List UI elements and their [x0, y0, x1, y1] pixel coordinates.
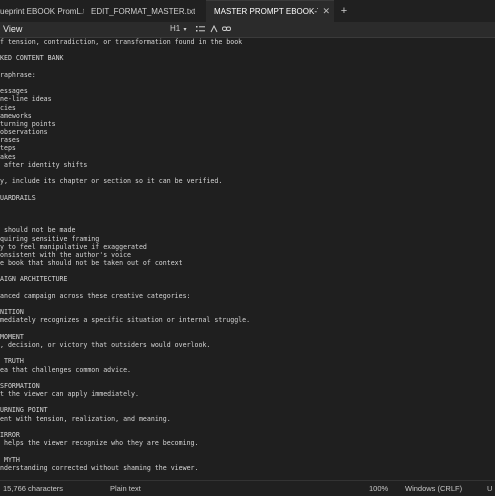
zoom-level[interactable]: 100% — [369, 484, 388, 493]
tab-edit-format-master[interactable]: EDIT_FORMAT_MASTER.txt — [88, 0, 206, 22]
text-line: MOMENT — [0, 332, 24, 341]
text-line — [0, 169, 495, 177]
text-line: after identity shifts — [0, 160, 88, 169]
text-line: raphrase: — [0, 70, 36, 79]
text-editor[interactable]: f tension, contradiction, or transformat… — [0, 38, 495, 479]
text-line — [0, 79, 495, 87]
text-line — [0, 300, 495, 308]
text-line — [0, 218, 495, 226]
text-line: , decision, or victory that outsiders wo… — [0, 340, 211, 349]
encoding[interactable]: U — [487, 484, 492, 493]
tab-bar: ueprint EBOOK PromL.txt EDIT_FORMAT_MAST… — [0, 0, 495, 22]
text-line: onsistent with the author's voice — [0, 250, 132, 259]
text-line: TRUTH — [0, 357, 24, 366]
close-icon[interactable]: ✕ — [322, 6, 330, 17]
text-line: observations — [0, 128, 48, 137]
text-line: e book that should not be taken out of c… — [0, 259, 183, 268]
text-line — [0, 447, 495, 455]
text-line — [0, 423, 495, 431]
plus-icon: + — [340, 5, 348, 17]
text-line: KED CONTENT BANK — [0, 54, 64, 63]
text-line: should not be made — [0, 226, 76, 235]
text-format[interactable]: Plain text — [110, 484, 141, 493]
text-line: MYTH — [0, 455, 20, 464]
text-line — [0, 284, 495, 292]
text-line: ent with tension, realization, and meani… — [0, 414, 171, 423]
text-line: rases — [0, 136, 20, 145]
text-line: NITION — [0, 308, 24, 317]
text-line: mediately recognizes a specific situatio… — [0, 316, 251, 325]
text-line: URNING POINT — [0, 406, 48, 415]
text-line: f tension, contradiction, or transformat… — [0, 38, 243, 46]
char-count: 15,766 characters — [3, 484, 64, 493]
text-line — [0, 185, 495, 193]
text-line — [0, 325, 495, 333]
menu-bar: View H1 ▾ — [0, 22, 495, 38]
text-line: y, include its chapter or section so it … — [0, 177, 223, 186]
tab-blueprint-ebook-prompt[interactable]: ueprint EBOOK PromL.txt — [0, 0, 88, 22]
link-icon[interactable] — [222, 25, 231, 33]
text-line — [0, 202, 495, 210]
text-line: helps the viewer recognize who they are … — [0, 439, 199, 448]
text-line: IRROR — [0, 431, 20, 439]
heading-dropdown[interactable]: H1 ▾ — [170, 24, 186, 33]
text-line: y to feel manipulative if exaggerated — [0, 242, 147, 251]
line-ending[interactable]: Windows (CRLF) — [405, 484, 462, 493]
text-line: nderstanding corrected without shaming t… — [0, 463, 199, 472]
text-line: AIGN ARCHITECTURE — [0, 275, 68, 284]
text-line — [0, 210, 495, 218]
tab-label: EDIT_FORMAT_MASTER.txt — [91, 6, 196, 16]
text-line: t the viewer can apply immediately. — [0, 390, 139, 399]
text-line — [0, 398, 495, 406]
text-line: cies — [0, 103, 16, 112]
text-line: teps — [0, 144, 16, 153]
text-line: ameworks — [0, 111, 32, 120]
format-icon[interactable] — [210, 25, 218, 33]
text-line: anced campaign across these creative cat… — [0, 291, 191, 300]
new-tab-button[interactable]: + — [334, 0, 354, 22]
text-line: UARDRAILS — [0, 193, 36, 202]
status-bar: 15,766 characters Plain text 100% Window… — [0, 480, 495, 496]
tab-label: ueprint EBOOK PromL.txt — [0, 6, 84, 16]
text-line: quiring sensitive framing — [0, 234, 100, 243]
text-line — [0, 374, 495, 382]
text-line — [0, 472, 495, 479]
text-line — [0, 46, 495, 54]
tab-master-prompt-ebook[interactable]: MASTER PROMPT EBOOK-TO ✕ — [206, 0, 334, 22]
text-line — [0, 63, 495, 71]
text-line: akes — [0, 152, 16, 161]
text-line: turning points — [0, 119, 56, 128]
text-line: ne-line ideas — [0, 95, 52, 104]
text-line: ea that challenges common advice. — [0, 365, 132, 374]
list-icon[interactable] — [196, 25, 205, 33]
text-line: SFORMATION — [0, 381, 40, 390]
text-line — [0, 349, 495, 357]
tab-label: MASTER PROMPT EBOOK-TO — [214, 7, 319, 16]
text-line — [0, 267, 495, 275]
editor-lines: f tension, contradiction, or transformat… — [0, 38, 495, 479]
chevron-down-icon: ▾ — [183, 27, 187, 33]
menu-view[interactable]: View — [3, 24, 22, 34]
heading-level: H1 — [170, 24, 181, 33]
text-line: essages — [0, 87, 28, 96]
